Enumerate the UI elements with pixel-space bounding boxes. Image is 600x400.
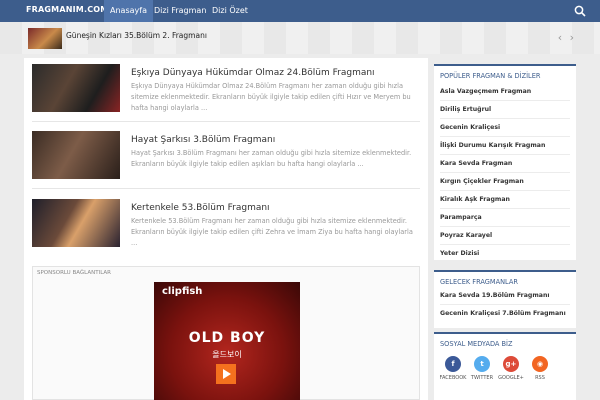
popular-item[interactable]: Gecenin Kraliçesi	[440, 124, 570, 131]
sponsored-links: SPONSORLU BAĞLANTILAR clipfish OLD BOY 올…	[32, 266, 420, 400]
item-divider	[440, 226, 570, 227]
site-logo[interactable]: FRAGMANIM.COM	[26, 5, 108, 14]
widget-title: SOSYAL MEDYADA BİZ	[440, 340, 513, 348]
post-thumbnail[interactable]	[32, 64, 120, 112]
social-label: FACEBOOK	[439, 375, 467, 381]
ticker-arrows[interactable]: ‹ ›	[558, 31, 576, 44]
post-title[interactable]: Eşkıya Dünyaya Hükümdar Olmaz 24.Bölüm F…	[131, 68, 375, 78]
news-ticker: Güneşin Kızları 35.Bölüm 2. Fragmanı ‹ ›	[0, 22, 600, 54]
post-excerpt: Hayat Şarkısı 3.Bölüm Fragmanı her zaman…	[131, 149, 412, 168]
post-excerpt: Kertenkele 53.Bölüm Fragmanı her zaman o…	[131, 217, 413, 247]
twitter-icon[interactable]: t	[474, 356, 490, 372]
social-widget: SOSYAL MEDYADA BİZ f FACEBOOK t TWITTER …	[434, 332, 576, 400]
post-item: Hayat Şarkısı 3.Bölüm Fragmanı Hayat Şar…	[32, 131, 420, 187]
sponsor-label: SPONSORLU BAĞLANTILAR	[37, 270, 111, 276]
social-label: RSS	[535, 375, 545, 381]
popular-item[interactable]: İlişki Durumu Karışık Fragman	[440, 142, 570, 149]
item-divider	[440, 136, 570, 137]
top-navbar: FRAGMANIM.COM Anasayfa Dizi Fragman Dizi…	[0, 0, 600, 22]
google-plus-icon[interactable]: g+	[503, 356, 519, 372]
popular-item[interactable]: Paramparça	[440, 214, 570, 221]
social-label: TWITTER	[470, 375, 494, 381]
main-content: Eşkıya Dünyaya Hükümdar Olmaz 24.Bölüm F…	[24, 58, 428, 400]
post-divider	[32, 188, 420, 189]
upcoming-item[interactable]: Gecenin Kraliçesi 7.Bölüm Fragmanı	[440, 310, 570, 317]
social-twitter[interactable]: t TWITTER	[467, 356, 497, 381]
post-thumbnail[interactable]	[32, 131, 120, 179]
nav-item-dizi-fragman[interactable]: Dizi Fragman	[148, 0, 212, 22]
item-divider	[440, 172, 570, 173]
popular-item[interactable]: Yeter Dizisi	[440, 250, 570, 257]
ad-title: OLD BOY	[188, 330, 266, 346]
post-title[interactable]: Kertenkele 53.Bölüm Fragmanı	[131, 203, 270, 213]
ad-subtitle: 올드보이	[212, 350, 242, 359]
widget-title: GELECEK FRAGMANLAR	[440, 278, 518, 286]
item-divider	[440, 154, 570, 155]
social-rss[interactable]: ◉ RSS	[525, 356, 555, 381]
social-google-plus[interactable]: g+ GOOGLE+	[496, 356, 526, 381]
item-divider	[440, 304, 570, 305]
ad-logo: clipfish	[162, 286, 203, 297]
upcoming-item[interactable]: Kara Sevda 19.Bölüm Fragmanı	[440, 292, 570, 299]
post-divider	[32, 121, 420, 122]
post-thumbnail[interactable]	[32, 199, 120, 247]
upcoming-widget: GELECEK FRAGMANLAR Kara Sevda 19.Bölüm F…	[434, 270, 576, 328]
post-item: Kertenkele 53.Bölüm Fragmanı Kertenkele …	[32, 199, 420, 255]
nav-item-home[interactable]: Anasayfa	[104, 0, 153, 22]
search-icon[interactable]	[574, 5, 586, 17]
item-divider	[440, 100, 570, 101]
ticker-headline[interactable]: Güneşin Kızları 35.Bölüm 2. Fragmanı	[66, 31, 207, 40]
post-item: Eşkıya Dünyaya Hükümdar Olmaz 24.Bölüm F…	[32, 64, 420, 120]
popular-widget: POPÜLER FRAGMAN & DİZİLER Asla Vazgeçmem…	[434, 64, 576, 260]
popular-item[interactable]: Kiralık Aşk Fragman	[440, 196, 570, 203]
item-divider	[440, 118, 570, 119]
play-icon[interactable]	[216, 364, 236, 384]
social-label: GOOGLE+	[498, 375, 524, 381]
item-divider	[440, 244, 570, 245]
sidebar: POPÜLER FRAGMAN & DİZİLER Asla Vazgeçmem…	[434, 58, 576, 400]
rss-icon[interactable]: ◉	[532, 356, 548, 372]
item-divider	[440, 208, 570, 209]
popular-item[interactable]: Asla Vazgeçmem Fragman	[440, 88, 570, 95]
social-facebook[interactable]: f FACEBOOK	[438, 356, 468, 381]
nav-item-dizi-ozet[interactable]: Dizi Özet	[206, 0, 254, 22]
item-divider	[440, 190, 570, 191]
post-excerpt: Eşkıya Dünyaya Hükümdar Olmaz 24.Bölüm F…	[131, 82, 411, 112]
post-title[interactable]: Hayat Şarkısı 3.Bölüm Fragmanı	[131, 135, 275, 145]
widget-title: POPÜLER FRAGMAN & DİZİLER	[440, 72, 541, 80]
facebook-icon[interactable]: f	[445, 356, 461, 372]
popular-item[interactable]: Diriliş Ertuğrul	[440, 106, 570, 113]
popular-item[interactable]: Kara Sevda Fragman	[440, 160, 570, 167]
popular-item[interactable]: Poyraz Karayel	[440, 232, 570, 239]
popular-item[interactable]: Kırgın Çiçekler Fragman	[440, 178, 570, 185]
ticker-thumbnail[interactable]	[28, 28, 62, 49]
video-ad[interactable]: clipfish OLD BOY 올드보이	[154, 282, 300, 400]
